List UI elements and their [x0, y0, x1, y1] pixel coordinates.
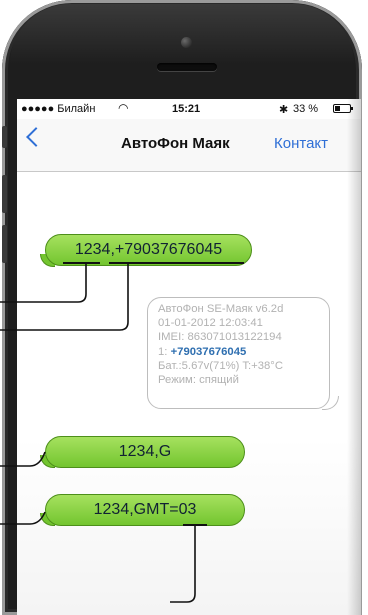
message-outgoing[interactable]: 1234,G: [45, 436, 245, 468]
front-camera: [181, 37, 192, 48]
phone-bezel: [10, 4, 354, 64]
contact-button[interactable]: Контакт: [274, 135, 328, 152]
device-imei: IMEI: 863071013122194: [158, 331, 282, 344]
wifi-icon: ◠: [118, 101, 129, 115]
message-incoming[interactable]: АвтоФон SE-Маяк v6.2d 01-01-2012 12:03:4…: [147, 297, 330, 409]
phone-slot-label: 1:: [158, 345, 171, 358]
carrier-label: ●●●●● Билайн: [21, 103, 96, 115]
message-text: 1234,G: [118, 443, 172, 460]
device-name: АвтоФон SE-Маяк v6.2d: [158, 303, 284, 315]
registered-phone: +79037676045: [170, 345, 247, 358]
mute-switch: [2, 126, 7, 148]
bluetooth-icon: ✱: [279, 104, 289, 116]
device-mode: Режим: спящий: [158, 374, 239, 387]
phone-number-text: +79037676045: [114, 241, 223, 258]
battery-percent: 33 %: [293, 103, 319, 115]
underline-code: [63, 262, 100, 264]
status-bar: ●●●●● Билайн ◠ 15:21 ✱ 33 %: [17, 99, 361, 119]
message-outgoing[interactable]: 1234,GMT=03: [45, 494, 245, 526]
timezone-value: 03: [178, 501, 197, 518]
volume-down-button: [2, 225, 7, 263]
device-phone-line: 1: +79037676045: [158, 345, 319, 359]
underline-timezone: [183, 524, 207, 526]
code-text: 1234: [74, 241, 111, 258]
command-text: 1234,GMT=: [93, 501, 179, 518]
clock: 15:21: [172, 103, 201, 115]
battery-icon: [333, 104, 353, 113]
speaker-grille: [157, 63, 217, 71]
navigation-bar: АвтоФон Маяк Контакт: [17, 119, 361, 172]
conversation-title: АвтоФон Маяк: [121, 135, 230, 152]
device-datetime: 01-01-2012 12:03:41: [158, 317, 263, 330]
volume-up-button: [2, 175, 7, 213]
device-battery: Бат.:5.67v(71%) T:+38°C: [158, 359, 283, 372]
underline-phone: [109, 262, 244, 264]
back-chevron-icon[interactable]: [26, 127, 46, 147]
